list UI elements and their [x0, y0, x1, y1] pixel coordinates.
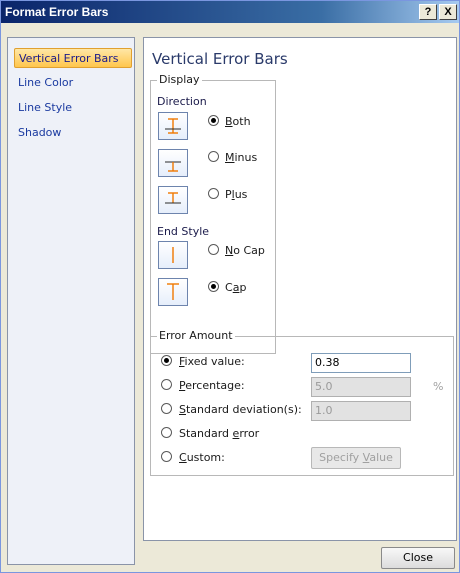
custom-radio[interactable] [161, 451, 172, 462]
end-style-cap-icon[interactable] [158, 278, 188, 306]
direction-both-label[interactable]: Both [225, 115, 251, 128]
direction-minus-radio[interactable] [208, 151, 219, 162]
options-panel: Vertical Error Bars Display Direction Bo… [143, 37, 457, 541]
display-legend: Display [157, 73, 202, 86]
end-style-no-cap-radio[interactable] [208, 244, 219, 255]
nav-item-line-style[interactable]: Line Style [14, 98, 132, 118]
panel-title: Vertical Error Bars [152, 50, 288, 68]
direction-minus-icon[interactable] [158, 149, 188, 177]
percent-sign: % [433, 380, 444, 393]
direction-both-icon[interactable] [158, 112, 188, 140]
dialog-title: Format Error Bars [5, 5, 109, 19]
direction-label: Direction [157, 95, 207, 108]
end-style-cap-radio[interactable] [208, 281, 219, 292]
fixed-value-radio[interactable] [161, 355, 172, 366]
standard-error-radio[interactable] [161, 427, 172, 438]
category-nav: Vertical Error Bars Line Color Line Styl… [7, 37, 135, 565]
direction-plus-label[interactable]: Plus [225, 188, 247, 201]
error-amount-legend: Error Amount [157, 329, 235, 342]
end-style-no-cap-icon[interactable] [158, 241, 188, 269]
direction-plus-icon[interactable] [158, 186, 188, 214]
help-button[interactable]: ? [419, 4, 437, 20]
format-error-bars-dialog: Format Error Bars ? X Vertical Error Bar… [0, 0, 460, 573]
title-bar[interactable]: Format Error Bars ? X [1, 1, 459, 23]
end-style-cap-label[interactable]: Cap [225, 281, 246, 294]
std-dev-label[interactable]: Standard deviation(s): [179, 403, 302, 416]
direction-both-radio[interactable] [208, 115, 219, 126]
direction-minus-label[interactable]: Minus [225, 151, 257, 164]
std-dev-radio[interactable] [161, 403, 172, 414]
nav-item-line-color[interactable]: Line Color [14, 73, 132, 93]
direction-plus-radio[interactable] [208, 188, 219, 199]
nav-item-vertical-error-bars[interactable]: Vertical Error Bars [14, 48, 132, 68]
close-button[interactable]: Close [381, 547, 455, 569]
percentage-input[interactable]: 5.0 [311, 377, 411, 397]
fixed-value-label[interactable]: Fixed value: [179, 355, 245, 368]
std-dev-input[interactable]: 1.0 [311, 401, 411, 421]
specify-value-button[interactable]: Specify Value [311, 447, 401, 469]
display-group: Display Direction Both Minus Plus End St… [150, 73, 276, 354]
standard-error-label[interactable]: Standard error [179, 427, 259, 440]
close-x-button[interactable]: X [439, 4, 457, 20]
error-amount-group: Error Amount Fixed value: 0.38 Percentag… [150, 329, 454, 476]
end-style-no-cap-label[interactable]: No Cap [225, 244, 265, 257]
percentage-label[interactable]: Percentage: [179, 379, 245, 392]
nav-item-shadow[interactable]: Shadow [14, 123, 132, 143]
fixed-value-input[interactable]: 0.38 [311, 353, 411, 373]
percentage-radio[interactable] [161, 379, 172, 390]
end-style-label: End Style [157, 225, 210, 238]
custom-label[interactable]: Custom: [179, 451, 225, 464]
